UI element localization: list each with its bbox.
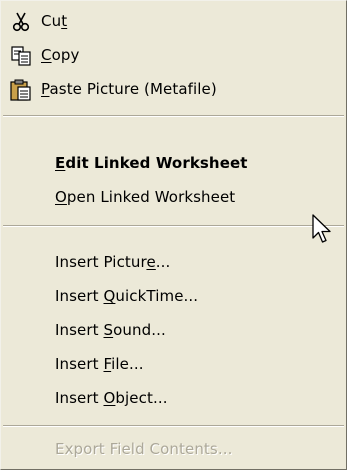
menu-item-label: Edit Linked Worksheet [55,154,248,172]
menu-item-insert-sound[interactable]: Insert Sound... [1,314,346,348]
menu-item-label: Cut [41,12,68,30]
menu-item-insert-object[interactable]: Insert Object... [1,382,346,416]
menu-separator [3,115,344,117]
arrow-cursor-icon [312,214,331,243]
menu-item-label: Insert Sound... [55,321,166,339]
menu-item-edit-linked-worksheet[interactable]: Edit Linked Worksheet [1,147,346,181]
menu-separator [3,425,344,427]
menu-item-label: Copy [41,46,80,64]
menu-item-copy[interactable]: Copy [1,39,346,73]
menu-item-label: Insert Object... [55,389,168,407]
menu-item-label: Paste Picture (Metafile) [41,80,217,98]
copy-icon [11,46,31,66]
menu-item-label: Export Field Contents... [55,440,233,458]
menu-item-insert-quicktime[interactable]: Insert QuickTime... [1,280,346,314]
scissors-icon [12,12,30,32]
paste-icon [10,79,31,101]
menu-item-open-linked-worksheet[interactable]: Open Linked Worksheet [1,181,346,215]
menu-item-paste-picture[interactable]: Paste Picture (Metafile) [1,73,346,107]
menu-item-insert-file[interactable]: Insert File... [1,348,346,382]
menu-item-label: Insert Picture... [55,253,171,271]
menu-item-cut[interactable]: Cut [1,5,346,39]
menu-item-label: Insert QuickTime... [55,287,199,305]
menu-item-label: Open Linked Worksheet [55,188,236,206]
context-menu: Cut Copy Paste Picture (Metafile) Edit L… [0,0,347,470]
menu-separator [3,225,344,227]
menu-item-label: Insert File... [55,355,144,373]
menu-item-insert-picture[interactable]: Insert Picture... [1,246,346,280]
menu-item-export-field-contents: Export Field Contents... [1,433,346,467]
